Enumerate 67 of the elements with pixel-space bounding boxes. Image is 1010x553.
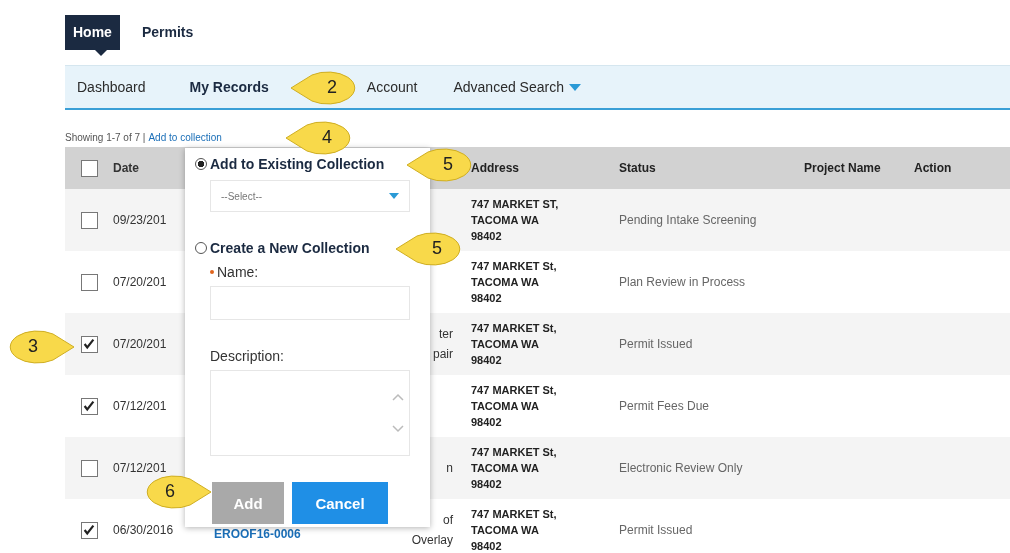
table-cell: 07/12/201 — [113, 399, 167, 413]
address-line: 747 MARKET St, — [471, 259, 557, 274]
table-cell: Electronic Review Only — [619, 461, 743, 475]
tab[interactable]: Permits — [133, 15, 202, 50]
table-cell: of — [443, 513, 453, 527]
address-line: 747 MARKET ST, — [471, 197, 559, 212]
address-line: 98402 — [471, 539, 503, 553]
record-count: Showing 1-7 of 7 | — [65, 132, 146, 143]
field-label: Description: — [210, 348, 284, 364]
table-cell: n — [446, 461, 453, 475]
table-cell: Pending Intake Screening — [619, 213, 757, 227]
nav-link[interactable]: Account — [366, 79, 418, 95]
column-header: Date — [113, 161, 139, 175]
option-label[interactable]: Add to Existing Collection — [210, 156, 385, 172]
checkbox[interactable] — [80, 521, 98, 539]
collection-select[interactable]: --Select-- — [210, 180, 410, 212]
table-cell: 06/30/2016 — [113, 523, 174, 537]
table-cell: Overlay — [411, 533, 453, 547]
checkbox[interactable] — [80, 211, 98, 229]
column-header: Project Name — [804, 161, 881, 175]
column-header: Address — [471, 161, 520, 175]
table-cell: pair — [433, 347, 453, 361]
table-cell: 07/20/201 — [113, 337, 167, 351]
record-link[interactable]: EROOF16-0006 — [214, 527, 301, 541]
nav-link[interactable]: My Records — [189, 79, 269, 95]
checkbox[interactable] — [80, 397, 98, 415]
tab-pointer — [95, 50, 107, 56]
caret-icon — [389, 193, 399, 199]
address-line: 98402 — [471, 353, 503, 368]
address-line: 98402 — [471, 291, 503, 306]
field-label: Name: — [217, 264, 259, 280]
column-header: Action — [914, 161, 952, 175]
address-line: 98402 — [471, 229, 503, 244]
address-line: 98402 — [471, 415, 503, 430]
address-line: 747 MARKET St, — [471, 445, 557, 460]
address-line: TACOMA WA — [471, 399, 540, 414]
nav-link[interactable]: Advanced Search — [453, 79, 581, 95]
address-line: TACOMA WA — [471, 461, 540, 476]
add-to-collection-link[interactable]: Add to collection — [148, 132, 222, 143]
column-header: Status — [619, 161, 656, 175]
nav-link[interactable]: Dashboard — [77, 79, 146, 95]
address-line: TACOMA WA — [471, 523, 540, 538]
description-field[interactable] — [210, 370, 410, 456]
table-cell: Permit Issued — [619, 337, 693, 351]
caret-icon — [569, 83, 581, 91]
option-label[interactable]: Create a New Collection — [210, 240, 370, 256]
address-line: TACOMA WA — [471, 337, 540, 352]
address-line: 98402 — [471, 477, 503, 492]
address-line: TACOMA WA — [471, 213, 540, 228]
address-line: 747 MARKET St, — [471, 321, 557, 336]
address-line: 747 MARKET St, — [471, 383, 557, 398]
table-cell: 07/12/201 — [113, 461, 167, 475]
checkbox[interactable] — [80, 335, 98, 353]
checkbox[interactable] — [80, 159, 98, 177]
radio-button[interactable] — [195, 242, 207, 254]
table-cell: 07/20/201 — [113, 275, 167, 289]
name-field[interactable] — [210, 286, 410, 320]
checkbox[interactable] — [80, 459, 98, 477]
table-cell: 09/23/201 — [113, 213, 167, 227]
table-cell: Plan Review in Process — [619, 275, 746, 289]
table-cell: ter — [439, 327, 453, 341]
checkbox[interactable] — [80, 273, 98, 291]
address-line: TACOMA WA — [471, 275, 540, 290]
table-cell: Permit Fees Due — [619, 399, 710, 413]
radio-button[interactable] — [195, 158, 207, 170]
table-cell: Permit Issued — [619, 523, 693, 537]
address-line: 747 MARKET St, — [471, 507, 557, 522]
